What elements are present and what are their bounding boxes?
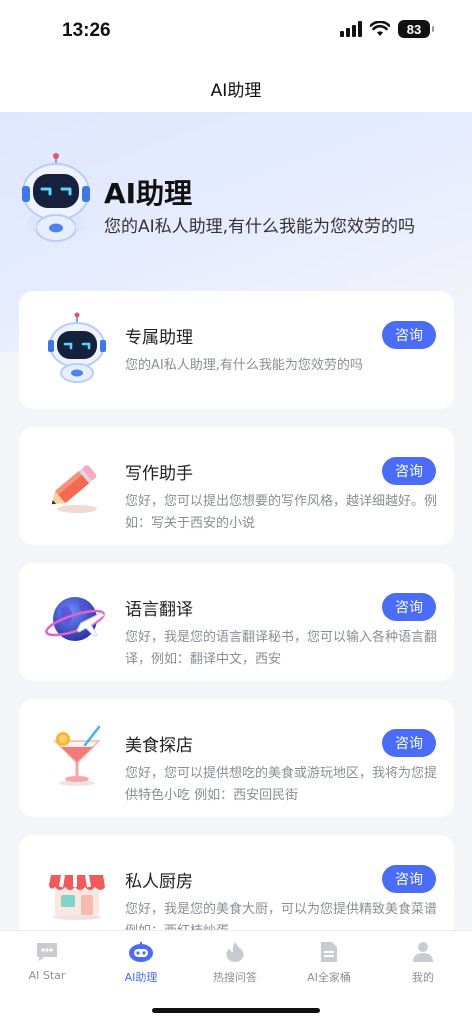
status-bar: 13:26 83 bbox=[0, 0, 472, 64]
robot-icon bbox=[48, 312, 106, 383]
tab-mine[interactable]: 我的 bbox=[376, 941, 470, 991]
battery-indicator: 83 bbox=[398, 20, 434, 38]
assistant-card-food-explore[interactable]: 美食探店 您好，您可以提供想吃的美食或游玩地区，我将为您提供特色小吃 例如：西安… bbox=[19, 699, 454, 817]
tab-ai-suite[interactable]: AI全家桶 bbox=[282, 941, 376, 991]
home-indicator bbox=[152, 1008, 320, 1013]
consult-button[interactable]: 咨询 bbox=[382, 593, 436, 621]
consult-button[interactable]: 咨询 bbox=[382, 865, 436, 893]
card-title: 专属助理 bbox=[125, 328, 193, 348]
status-time: 13:26 bbox=[62, 20, 111, 41]
card-description: 您好，我是您的语言翻译秘书，您可以输入各种语言翻译，例如：翻译中文，西安 bbox=[125, 630, 438, 667]
card-title: 私人厨房 bbox=[125, 872, 193, 892]
chat-icon bbox=[37, 943, 57, 961]
tab-label: 热搜问答 bbox=[213, 971, 257, 984]
tab-ai-star[interactable]: AI Star bbox=[0, 941, 94, 991]
nav-bar: AI助理 bbox=[0, 64, 472, 112]
document-icon bbox=[321, 942, 337, 962]
robot-icon bbox=[129, 942, 153, 962]
tab-label: AI全家桶 bbox=[307, 971, 351, 984]
wifi-icon bbox=[370, 21, 390, 36]
card-title: 语言翻译 bbox=[125, 600, 193, 620]
pencil-icon bbox=[51, 465, 97, 513]
tab-ai-assistant[interactable]: AI助理 bbox=[94, 941, 188, 991]
tab-label: AI助理 bbox=[124, 971, 158, 984]
card-description: 您的AI私人助理,有什么我能为您效劳的吗 bbox=[125, 358, 363, 373]
globe-plane-icon bbox=[45, 597, 105, 641]
flame-icon bbox=[226, 942, 244, 962]
consult-button[interactable]: 咨询 bbox=[382, 321, 436, 349]
assistant-card-writing[interactable]: 写作助手 您好，您可以提出您想要的写作风格，越详细越好。例如：写关于西安的小说 … bbox=[19, 427, 454, 545]
status-icons: 83 bbox=[340, 20, 434, 38]
card-description: 您好，您可以提供想吃的美食或游玩地区，我将为您提供特色小吃 例如：西安回民街 bbox=[125, 766, 438, 803]
tab-label: AI Star bbox=[28, 969, 66, 982]
consult-button[interactable]: 咨询 bbox=[382, 457, 436, 485]
person-icon bbox=[413, 942, 433, 962]
tab-label: 我的 bbox=[412, 971, 434, 984]
card-description: 您好，您可以提出您想要的写作风格，越详细越好。例如：写关于西安的小说 bbox=[125, 494, 438, 531]
robot-mascot-icon bbox=[22, 153, 90, 242]
nav-title: AI助理 bbox=[210, 80, 262, 101]
shop-icon bbox=[49, 874, 105, 920]
assistant-card-exclusive[interactable]: 专属助理 您的AI私人助理,有什么我能为您效劳的吗 咨询 bbox=[19, 291, 454, 409]
consult-button[interactable]: 咨询 bbox=[382, 729, 436, 757]
tab-hot-qa[interactable]: 热搜问答 bbox=[188, 941, 282, 991]
card-title: 美食探店 bbox=[125, 736, 193, 756]
assistant-card-translation[interactable]: 语言翻译 您好，我是您的语言翻译秘书，您可以输入各种语言翻译，例如：翻译中文，西… bbox=[19, 563, 454, 681]
hero-title: AI助理 bbox=[104, 177, 193, 210]
signal-icon bbox=[340, 21, 362, 37]
hero-subtitle: 您的AI私人助理,有什么我能为您效劳的吗 bbox=[104, 217, 416, 237]
card-title: 写作助手 bbox=[125, 464, 193, 484]
cocktail-icon bbox=[53, 725, 101, 786]
